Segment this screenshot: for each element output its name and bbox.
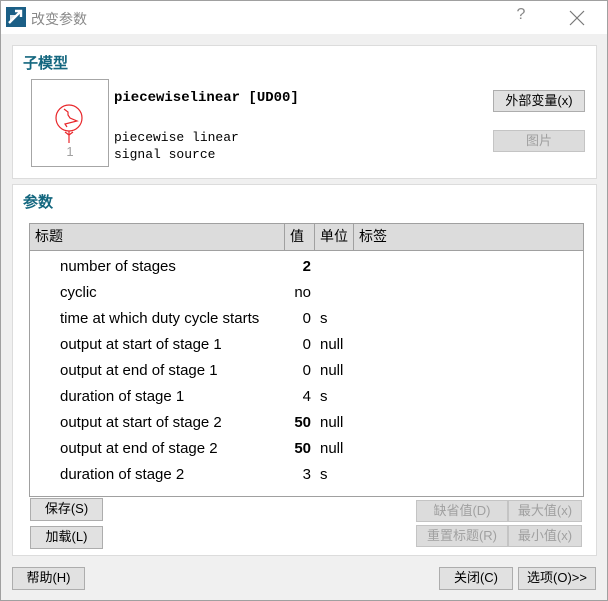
column-header-unit[interactable]: 单位 <box>315 224 354 250</box>
model-description-line2: signal source <box>114 147 216 162</box>
param-value[interactable]: no <box>282 280 311 306</box>
param-value[interactable]: 50 <box>282 436 311 462</box>
param-unit: null <box>320 440 344 457</box>
table-row[interactable]: duration of stage 1 4s <box>30 384 583 410</box>
load-button[interactable]: 加载(L) <box>30 526 103 549</box>
param-value[interactable]: 0 <box>282 358 311 384</box>
min-value-button[interactable]: 最小值(x) <box>508 525 582 547</box>
param-unit: null <box>320 414 344 431</box>
param-unit: s <box>320 310 328 327</box>
table-row[interactable]: output at start of stage 1 0 null <box>30 332 583 358</box>
column-header-title[interactable]: 标题 <box>30 224 285 250</box>
param-value[interactable]: 4 <box>282 384 311 410</box>
reset-title-button[interactable]: 重置标题(R) <box>416 525 508 547</box>
parameters-table[interactable]: 标题 值 单位 标签 number of stages 2 cyclic no time… <box>29 223 584 497</box>
column-header-value[interactable]: 值 <box>285 224 315 250</box>
picture-button[interactable]: 图片 <box>493 130 585 152</box>
model-name: piecewiselinear [UD00] <box>114 90 299 106</box>
parameters-panel: 参数 标题 值 单位 标签 number of stages 2 cyclic no t… <box>12 184 597 556</box>
default-value-button[interactable]: 缺省值(D) <box>416 500 508 522</box>
max-value-button[interactable]: 最大值(x) <box>508 500 582 522</box>
table-row[interactable]: duration of stage 2 3s <box>30 462 583 488</box>
param-title: cyclic <box>60 284 97 301</box>
param-title: output at end of stage 1 <box>60 362 218 379</box>
title-bar: 改变参数 ? <box>1 1 607 34</box>
submodel-section-title: 子模型 <box>23 55 69 72</box>
param-title: duration of stage 1 <box>60 388 185 405</box>
param-unit: null <box>320 362 344 379</box>
close-button[interactable]: 关闭(C) <box>439 567 513 590</box>
model-description-line1: piecewise linear <box>114 130 239 145</box>
param-unit: s <box>320 466 328 483</box>
parameters-section-title: 参数 <box>23 194 54 211</box>
param-value[interactable]: 0 <box>282 306 311 332</box>
options-button[interactable]: 选项(O)>> <box>518 567 596 590</box>
table-row[interactable]: output at end of stage 2 50 null <box>30 436 583 462</box>
app-logo-icon <box>6 7 26 27</box>
param-title: output at end of stage 2 <box>60 440 218 457</box>
param-title: output at start of stage 2 <box>60 414 222 431</box>
external-variables-button[interactable]: 外部变量(x) <box>493 90 585 112</box>
help-question-button[interactable]: ? <box>513 6 529 24</box>
table-row[interactable]: output at end of stage 1 0 null <box>30 358 583 384</box>
param-value[interactable]: 0 <box>282 332 311 358</box>
param-value[interactable]: 3 <box>282 462 311 488</box>
param-value[interactable]: 50 <box>282 410 311 436</box>
table-row[interactable]: output at start of stage 2 50 null <box>30 410 583 436</box>
help-button[interactable]: 帮助(H) <box>12 567 85 590</box>
window-title: 改变参数 <box>31 11 87 27</box>
model-description: piecewise linear signal source <box>114 129 239 163</box>
submodel-panel: 子模型 1 piecewiselinear [UD00] piecewise l… <box>12 45 597 179</box>
table-row[interactable]: number of stages 2 <box>30 254 583 280</box>
column-header-tag[interactable]: 标签 <box>354 224 583 250</box>
close-icon[interactable] <box>566 7 588 29</box>
param-title: duration of stage 2 <box>60 466 185 483</box>
param-title: number of stages <box>60 258 176 275</box>
param-unit: null <box>320 336 344 353</box>
param-title: output at start of stage 1 <box>60 336 222 353</box>
table-header: 标题 值 单位 标签 <box>30 224 583 251</box>
table-row[interactable]: cyclic no <box>30 280 583 306</box>
param-title: time at which duty cycle starts <box>60 310 260 327</box>
thumbnail-number: 1 <box>66 144 74 159</box>
save-button[interactable]: 保存(S) <box>30 498 103 521</box>
param-value[interactable]: 2 <box>282 254 311 280</box>
change-parameters-dialog: 改变参数 ? 子模型 1 piecewiselinear [UD00] piec… <box>0 0 608 601</box>
table-row[interactable]: time at which duty cycle starts 0 s <box>30 306 583 332</box>
model-thumbnail: 1 <box>31 79 109 167</box>
param-unit: s <box>320 388 328 405</box>
